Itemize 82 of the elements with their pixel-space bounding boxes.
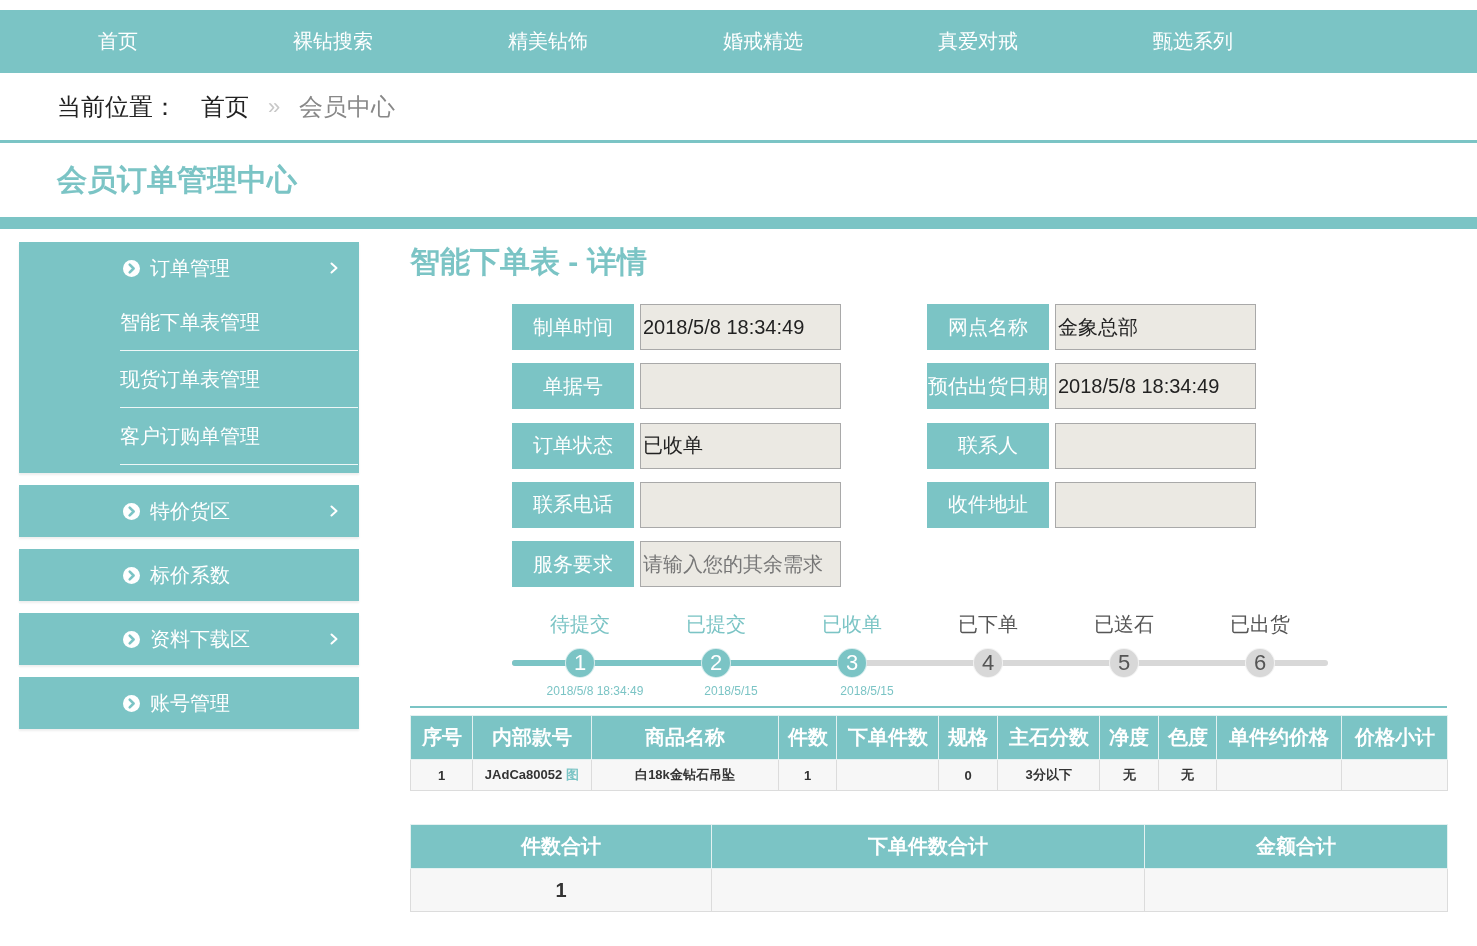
column-header: 内部款号	[472, 715, 592, 760]
nav-link[interactable]: 首页	[97, 26, 138, 57]
item-code: JAdCa80052	[484, 767, 563, 783]
table-cell: 3分以下	[997, 759, 1100, 791]
section-heading: 智能下单表 - 详情	[410, 244, 648, 280]
step-number: 1	[565, 648, 595, 679]
nav-link[interactable]: 婚戒精选	[722, 26, 803, 57]
step-label: 已下单	[958, 612, 1018, 637]
table-cell: 1	[410, 868, 712, 912]
sidebar-item[interactable]: 订单管理	[19, 242, 359, 294]
input-field[interactable]: 已收单	[640, 422, 841, 469]
chevron-circle-icon	[123, 502, 140, 520]
column-header: 件数合计	[410, 824, 712, 869]
table-cell: 0	[938, 759, 998, 791]
step-label: 已送石	[1094, 612, 1154, 637]
chevron-circle-icon	[123, 694, 140, 712]
step-label: 已出货	[1230, 612, 1290, 637]
input-field[interactable]: 2018/5/8 18:34:49	[640, 304, 841, 350]
table-cell: 无	[1158, 759, 1217, 791]
column-header: 件数	[778, 715, 837, 760]
chevron-circle-icon	[123, 259, 140, 277]
image-link[interactable]: 图	[566, 767, 580, 783]
submenu-item[interactable]: 客户订购单管理	[120, 408, 358, 465]
field-label: 制单时间	[512, 304, 634, 350]
field-label: 网点名称	[927, 304, 1049, 350]
chevron-circle-icon	[123, 566, 140, 584]
step-label: 已提交	[686, 612, 746, 637]
field-label: 收件地址	[927, 481, 1049, 528]
field-label: 联系电话	[512, 481, 634, 528]
step-number: 5	[1109, 648, 1139, 679]
nav-link[interactable]: 裸钻搜索	[292, 26, 373, 57]
input-field[interactable]	[1055, 481, 1256, 528]
table-cell: 1	[778, 759, 837, 791]
step-label: 已收单	[822, 612, 882, 637]
sidebar-item[interactable]: 账号管理	[19, 677, 359, 729]
input-field[interactable]: 2018/5/8 18:34:49	[1055, 363, 1256, 410]
field-label: 订单状态	[512, 422, 634, 469]
column-header: 色度	[1158, 715, 1217, 760]
column-header: 单件约价格	[1216, 715, 1342, 760]
breadcrumb-current: 会员中心	[299, 91, 396, 122]
column-header: 序号	[410, 715, 473, 760]
table-cell: 白18k金钻石吊坠	[591, 759, 779, 791]
step-number: 3	[837, 648, 867, 679]
page-title: 会员订单管理中心	[57, 161, 297, 198]
column-header: 价格小计	[1341, 715, 1448, 760]
nav-link[interactable]: 真爱对戒	[937, 26, 1018, 57]
input-field[interactable]	[1055, 422, 1256, 469]
sidebar-item[interactable]: 标价系数	[19, 549, 359, 601]
step-label: 待提交	[550, 612, 610, 637]
input-field[interactable]	[640, 481, 841, 528]
column-header: 下单件数	[836, 715, 939, 760]
breadcrumb-separator: »	[268, 93, 281, 120]
column-header: 主石分数	[997, 715, 1100, 760]
chevron-circle-icon	[123, 630, 140, 648]
nav-link[interactable]: 甄选系列	[1152, 26, 1233, 57]
column-header: 金额合计	[1144, 824, 1448, 869]
step-date: 2018/5/15	[840, 684, 894, 701]
field-label: 服务要求	[512, 541, 634, 588]
table-cell: 无	[1099, 759, 1159, 791]
breadcrumb-link[interactable]: 首页	[201, 90, 249, 123]
field-label: 单据号	[512, 363, 634, 410]
submenu-item[interactable]: 智能下单表管理	[120, 294, 358, 351]
step-number: 4	[973, 648, 1003, 679]
column-header: 商品名称	[591, 715, 779, 760]
breadcrumb-label: 当前位置：	[57, 91, 177, 122]
input-field[interactable]: 金象总部	[1055, 304, 1256, 350]
step-number: 6	[1245, 648, 1275, 679]
sidebar-item[interactable]: 特价货区	[19, 485, 359, 537]
nav-link[interactable]: 精美钻饰	[507, 26, 588, 57]
step-number: 2	[701, 648, 731, 679]
step-date: 2018/5/15	[704, 684, 758, 701]
input-field[interactable]: 请输入您的其余需求	[640, 541, 841, 588]
column-header: 净度	[1099, 715, 1159, 760]
submenu-item[interactable]: 现货订单表管理	[120, 351, 358, 408]
sidebar-item[interactable]: 资料下载区	[19, 613, 359, 665]
table-cell: 1	[410, 759, 473, 791]
column-header: 下单件数合计	[711, 824, 1145, 869]
column-header: 规格	[938, 715, 998, 760]
field-label: 联系人	[927, 422, 1049, 469]
input-field[interactable]	[640, 363, 841, 410]
step-date: 2018/5/8 18:34:49	[546, 684, 644, 701]
field-label: 预估出货日期	[927, 363, 1049, 410]
